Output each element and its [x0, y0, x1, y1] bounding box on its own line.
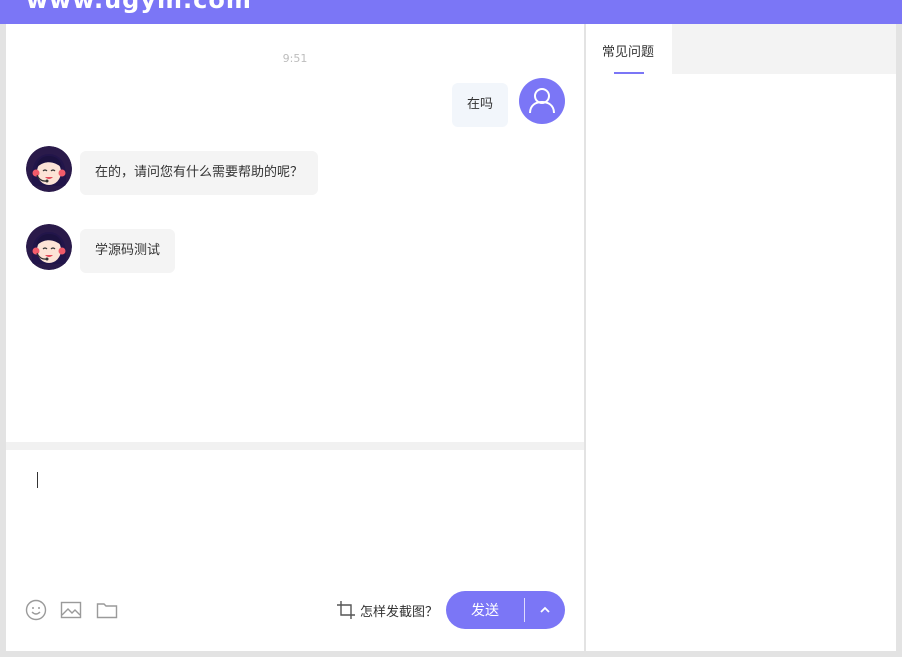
agent-message-bubble: 在的，请问您有什么需要帮助的呢？ [80, 151, 319, 195]
emoji-icon[interactable] [24, 598, 48, 622]
side-tabbar: 常见问题 [586, 24, 896, 74]
composer-divider [6, 442, 584, 450]
user-avatar-icon [519, 78, 565, 124]
screenshot-help-label: 怎样发截图？ [360, 604, 439, 620]
folder-icon[interactable] [95, 598, 119, 622]
text-caret [37, 472, 38, 488]
chevron-up-icon [540, 606, 550, 613]
site-title: www.ugym.com [26, 0, 252, 14]
message-list[interactable]: 9:51 在吗 在的，请问您有什么需要帮助的呢？ 学源码测试 [6, 24, 584, 442]
message-input[interactable]: 怎样发截图？ 发送 [6, 450, 584, 651]
crop-icon [337, 601, 355, 619]
side-panel: 常见问题 [586, 24, 896, 651]
agent-avatar-icon [26, 224, 72, 270]
image-icon[interactable] [59, 598, 83, 622]
tab-faq[interactable]: 常见问题 [586, 24, 672, 74]
message-timestamp: 9:51 [282, 52, 308, 65]
send-button-group: 发送 [446, 591, 565, 629]
agent-avatar-icon [26, 146, 72, 192]
header-bar: www.ugym.com [0, 0, 902, 24]
tab-faq-label: 常见问题 [602, 45, 655, 60]
chat-panel: 9:51 在吗 在的，请问您有什么需要帮助的呢？ 学源码测试 怎样发截图？ 发送 [6, 24, 584, 651]
user-message-bubble: 在吗 [452, 83, 509, 127]
send-button[interactable]: 发送 [446, 600, 524, 620]
send-options-button[interactable] [525, 603, 565, 617]
screenshot-help-link[interactable]: 怎样发截图？ [336, 598, 438, 622]
active-tab-indicator [614, 72, 644, 74]
agent-message-bubble: 学源码测试 [80, 229, 176, 273]
